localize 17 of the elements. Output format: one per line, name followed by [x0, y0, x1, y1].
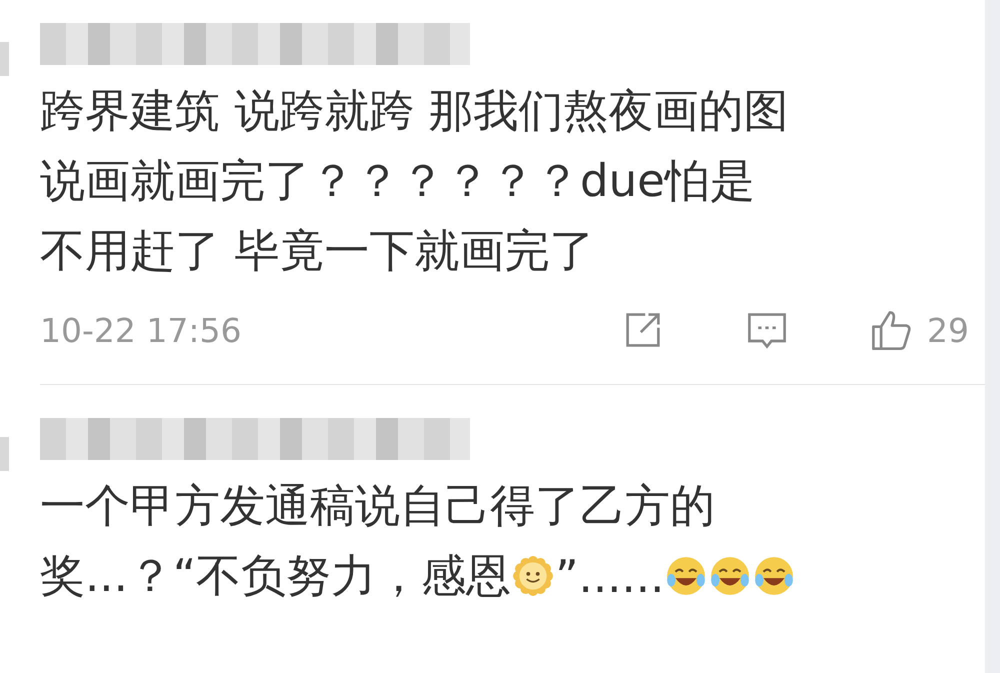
comment-text: 说画就画完了？？？？？？due怕是 [40, 153, 755, 209]
comment-time: 10-22 17:56 [40, 310, 242, 350]
comment-text: 不用赶了 毕竟一下就画完了 [40, 223, 594, 279]
like-count: 29 [927, 310, 969, 350]
sun-emoji-icon [512, 555, 554, 597]
comment-text: 一个甲方发通稿说自己得了乙方的 [40, 478, 715, 534]
laughing-emoji-icon [665, 555, 708, 597]
blurred-username[interactable] [40, 23, 470, 65]
blurred-username[interactable] [40, 418, 470, 460]
laughing-emoji-icon [709, 555, 752, 597]
comment-text: 奖...？“不负努力，感恩 [40, 548, 512, 604]
thumbs-up-icon[interactable] [869, 308, 913, 352]
comment-text: 跨界建筑 说跨就跨 那我们熬夜画的图 [40, 83, 789, 139]
comment-text: ”...... [555, 550, 664, 602]
blurred-avatar[interactable] [0, 437, 9, 471]
blurred-avatar[interactable] [0, 42, 9, 76]
laughing-emoji-icon [753, 555, 796, 597]
